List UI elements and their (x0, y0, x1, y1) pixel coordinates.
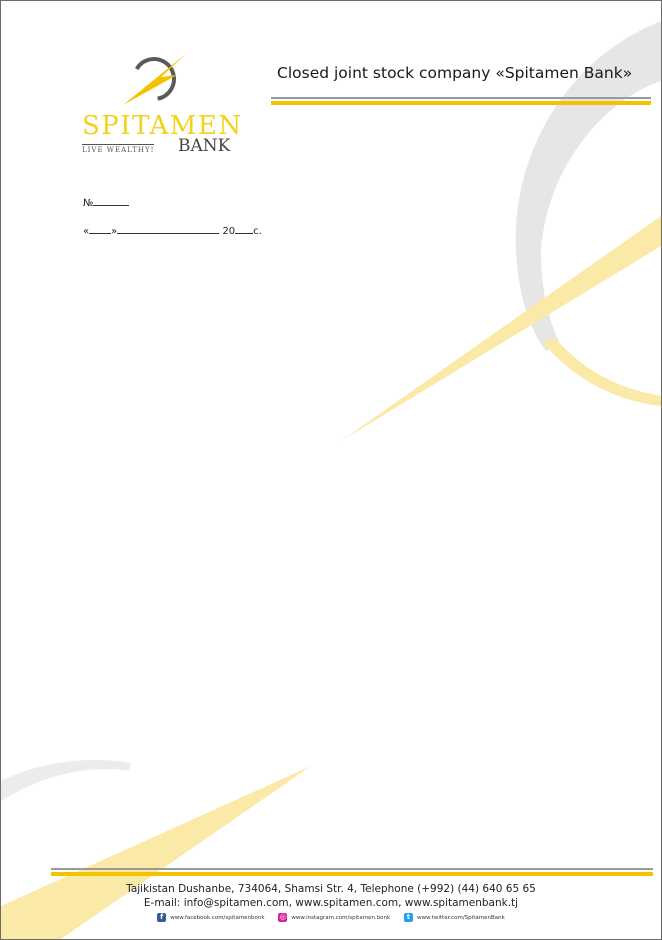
logo-emblem-icon (123, 53, 187, 105)
year-suffix: с. (253, 226, 262, 237)
document-date-field: «» 20 с. (83, 224, 262, 237)
twitter-icon: t (403, 913, 413, 922)
footer-email-web: E-mail: info@spitamen.com, www.spitamen.… (143, 897, 519, 909)
social-links: f www.facebook.com/spitamenbonk ◎ www.inst… (1, 913, 661, 922)
facebook-link[interactable]: f www.facebook.com/spitamenbonk (157, 913, 265, 922)
logo-bank-text: BANK (178, 136, 231, 156)
footer-contacts: Tajikistan Dushanbe, 734064, Shamsi Str.… (1, 882, 661, 910)
twitter-link[interactable]: t www.twitter.com/SpitamenBank (403, 913, 505, 922)
facebook-link-text: www.facebook.com/spitamenbonk (170, 915, 265, 921)
instagram-link-text: www.instagram.com/spitamen.bonk (291, 915, 391, 921)
number-label: № (83, 198, 94, 209)
document-fields: № «» 20 с. (83, 196, 262, 252)
header-rule (271, 97, 651, 105)
document-number-field: № (83, 196, 262, 209)
logo-tagline: LIVE WEALTHY! (82, 144, 155, 154)
twitter-link-text: www.twitter.com/SpitamenBank (416, 915, 505, 921)
instagram-link[interactable]: ◎ www.instagram.com/spitamen.bonk (278, 913, 390, 922)
company-name: Closed joint stock company «Spitamen Ban… (277, 64, 633, 82)
letterhead-page: SPITAMEN LIVE WEALTHY! BANK Closed joint… (0, 0, 662, 940)
facebook-icon: f (157, 913, 167, 922)
footer-rule (51, 868, 653, 876)
footer-address: Tajikistan Dushanbe, 734064, Shamsi Str.… (126, 883, 536, 895)
instagram-icon: ◎ (278, 913, 288, 922)
year-prefix: 20 (222, 226, 236, 237)
spitamen-bank-logo: SPITAMEN LIVE WEALTHY! BANK (81, 47, 241, 159)
